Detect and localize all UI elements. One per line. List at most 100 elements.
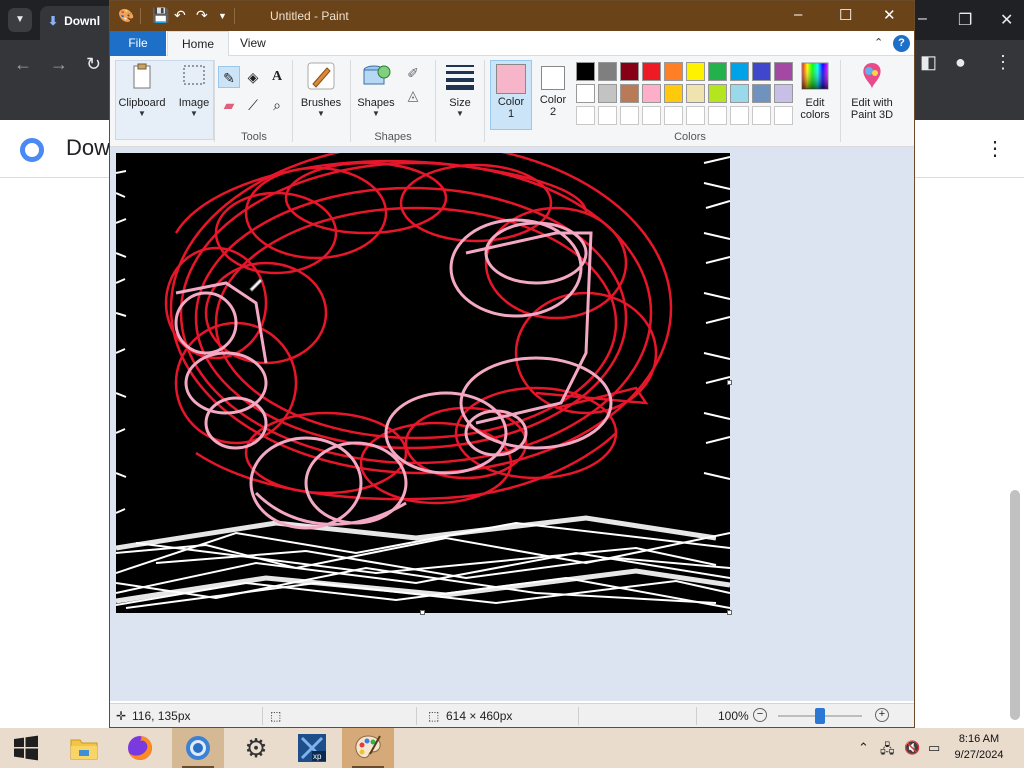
edit-colors-button[interactable]: Edit colors: [798, 60, 832, 121]
reload-icon[interactable]: ↻: [86, 54, 101, 75]
palette-swatch-empty[interactable]: [664, 106, 683, 125]
palette-swatch[interactable]: [642, 84, 661, 103]
image-button[interactable]: Image ▼: [176, 60, 212, 118]
palette-swatch[interactable]: [642, 62, 661, 81]
forward-icon[interactable]: →: [50, 54, 68, 75]
tab-file[interactable]: File: [110, 31, 166, 56]
minimize-button[interactable]: –: [794, 6, 802, 23]
settings-button[interactable]: ⚙: [230, 728, 282, 768]
file-explorer-button[interactable]: [58, 728, 110, 768]
resize-handle-right[interactable]: [727, 380, 732, 385]
start-button[interactable]: [0, 728, 52, 768]
paint3d-label-1: Edit with: [851, 97, 893, 109]
fill-tool-icon[interactable]: ◈: [242, 66, 264, 88]
collapse-ribbon-icon[interactable]: ⌃: [874, 36, 883, 49]
palette-swatch-empty[interactable]: [598, 106, 617, 125]
shapes-button[interactable]: Shapes ▼: [353, 60, 399, 118]
chevron-down-icon: ▼: [190, 109, 198, 118]
notification-icon[interactable]: ▭: [928, 740, 940, 756]
volume-muted-icon[interactable]: 🔇: [904, 740, 920, 756]
palette-swatch[interactable]: [730, 62, 749, 81]
browser-window-controls: – ❐ ✕: [914, 0, 1024, 40]
palette-swatch[interactable]: [664, 62, 683, 81]
canvas-workspace[interactable]: [110, 147, 914, 701]
edit-with-paint3d-button[interactable]: Edit with Paint 3D: [844, 60, 900, 121]
text-tool-icon[interactable]: A: [266, 66, 288, 88]
palette-swatch-empty[interactable]: [686, 106, 705, 125]
resize-handle-bottom[interactable]: [420, 610, 425, 615]
undo-icon[interactable]: ↶: [174, 7, 186, 24]
palette-swatch[interactable]: [664, 84, 683, 103]
paint-taskbar-button[interactable]: [342, 728, 394, 768]
drawing-canvas[interactable]: [116, 153, 730, 613]
show-hidden-icons-icon[interactable]: ⌃: [858, 740, 869, 756]
palette-swatch[interactable]: [576, 84, 595, 103]
palette-swatch[interactable]: [620, 62, 639, 81]
palette-swatch[interactable]: [752, 62, 771, 81]
palette-swatch[interactable]: [708, 84, 727, 103]
size-button[interactable]: Size ▼: [440, 60, 480, 118]
browser-restore-button[interactable]: ❐: [958, 10, 972, 30]
pencil-tool-icon[interactable]: ✎: [218, 66, 240, 88]
paint-app-icon[interactable]: 🎨: [118, 8, 134, 24]
palette-swatch[interactable]: [752, 84, 771, 103]
browser-tab[interactable]: ⬇ Downl: [40, 6, 120, 40]
magnifier-icon[interactable]: ⌕: [266, 94, 288, 116]
clipboard-button[interactable]: Clipboard ▼: [116, 60, 168, 118]
firefox-button[interactable]: [114, 728, 166, 768]
close-button[interactable]: ✕: [883, 6, 896, 24]
paint-titlebar[interactable]: 🎨 💾 ↶ ↷ ▼ Untitled - Paint – ☐ ✕: [110, 1, 914, 31]
tab-view[interactable]: View: [226, 31, 280, 56]
eraser-tool-icon[interactable]: ▰: [218, 94, 240, 116]
canvas-drawing[interactable]: [116, 153, 730, 613]
zoom-out-button[interactable]: −: [753, 708, 767, 722]
chrome-taskbar-button[interactable]: [172, 728, 224, 768]
palette-swatch-empty[interactable]: [708, 106, 727, 125]
palette-swatch[interactable]: [774, 84, 793, 103]
back-icon[interactable]: ←: [14, 54, 32, 75]
color2-button[interactable]: Color 2: [534, 60, 572, 130]
redo-icon[interactable]: ↷: [196, 7, 208, 24]
system-clock[interactable]: 8:16 AM 9/27/2024: [944, 731, 1014, 763]
palette-swatch[interactable]: [620, 84, 639, 103]
palette-swatch[interactable]: [708, 62, 727, 81]
resize-handle-corner[interactable]: [727, 610, 732, 615]
help-icon[interactable]: ?: [893, 35, 910, 52]
group-divider: [214, 60, 215, 142]
tab-home[interactable]: Home: [167, 31, 230, 57]
browser-close-button[interactable]: ✕: [1000, 10, 1013, 30]
color-picker-icon[interactable]: ⟋: [242, 94, 264, 116]
palette-swatch[interactable]: [598, 62, 617, 81]
palette-swatch[interactable]: [598, 84, 617, 103]
palette-swatch[interactable]: [686, 84, 705, 103]
browser-minimize-button[interactable]: –: [918, 10, 927, 28]
fill-shape-icon[interactable]: ◬: [402, 84, 424, 106]
palette-swatch-empty[interactable]: [576, 106, 595, 125]
palette-swatch-empty[interactable]: [620, 106, 639, 125]
brushes-button[interactable]: Brushes ▼: [296, 60, 346, 118]
browser-menu-icon[interactable]: ⋮: [994, 52, 1012, 73]
group-divider: [292, 60, 293, 142]
maximize-button[interactable]: ☐: [839, 6, 852, 24]
palette-swatch-empty[interactable]: [774, 106, 793, 125]
palette-swatch[interactable]: [730, 84, 749, 103]
tab-search-button[interactable]: ▼: [8, 8, 32, 32]
palette-swatch-empty[interactable]: [642, 106, 661, 125]
sidebar-icon[interactable]: ◧: [920, 52, 937, 73]
vmware-button[interactable]: xp: [286, 728, 338, 768]
palette-swatch[interactable]: [774, 62, 793, 81]
outline-icon[interactable]: ✐: [402, 62, 424, 84]
palette-swatch-empty[interactable]: [730, 106, 749, 125]
zoom-slider-thumb[interactable]: [815, 708, 825, 724]
network-icon[interactable]: 🖧: [880, 740, 895, 762]
zoom-in-button[interactable]: +: [875, 708, 889, 722]
kebab-icon[interactable]: ⋮: [985, 136, 1005, 161]
profile-icon[interactable]: ●: [955, 52, 966, 73]
color1-button[interactable]: Color 1: [490, 60, 532, 130]
palette-swatch[interactable]: [686, 62, 705, 81]
palette-swatch-empty[interactable]: [752, 106, 771, 125]
quick-access-dropdown-icon[interactable]: ▼: [218, 11, 227, 21]
palette-swatch[interactable]: [576, 62, 595, 81]
save-icon[interactable]: 💾: [152, 7, 169, 24]
page-scrollbar[interactable]: [1010, 490, 1020, 720]
